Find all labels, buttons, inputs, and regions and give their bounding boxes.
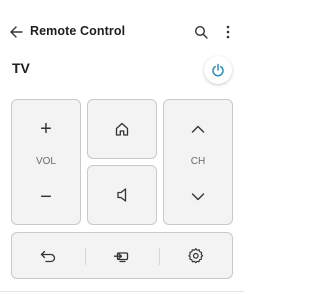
power-button[interactable] xyxy=(204,56,232,84)
home-button[interactable] xyxy=(87,99,157,159)
volume-rocker: + VOL − xyxy=(11,99,81,225)
page-title: Remote Control xyxy=(30,24,126,38)
source-button[interactable] xyxy=(86,233,158,278)
app-bar: Remote Control xyxy=(0,0,244,64)
bottom-divider xyxy=(0,291,244,292)
device-name: TV xyxy=(12,60,30,76)
sound-output-button[interactable] xyxy=(87,165,157,225)
settings-icon xyxy=(188,247,204,263)
volume-label: VOL xyxy=(35,156,56,167)
volume-up-button[interactable]: + xyxy=(12,108,80,150)
return-icon xyxy=(40,250,56,262)
volume-down-symbol: − xyxy=(40,186,52,208)
channel-up-button[interactable] xyxy=(164,108,232,150)
volume-up-symbol: + xyxy=(40,118,52,140)
channel-rocker: CH xyxy=(163,99,233,225)
volume-down-button[interactable]: − xyxy=(12,176,80,218)
home-icon xyxy=(115,122,129,136)
more-options-button[interactable] xyxy=(221,22,235,42)
search-icon xyxy=(194,25,208,39)
settings-button[interactable] xyxy=(160,233,232,278)
power-icon xyxy=(212,63,224,77)
speaker-icon xyxy=(117,188,127,202)
more-vert-icon xyxy=(226,25,230,39)
channel-label: CH xyxy=(190,156,206,167)
chevron-up-icon xyxy=(191,125,205,133)
function-bar xyxy=(11,232,233,279)
return-button[interactable] xyxy=(12,233,84,278)
channel-down-button[interactable] xyxy=(164,176,232,218)
back-button[interactable] xyxy=(6,22,26,42)
chevron-down-icon xyxy=(191,193,205,201)
input-source-icon xyxy=(113,251,129,262)
arrow-left-icon xyxy=(10,26,23,38)
search-button[interactable] xyxy=(191,22,211,42)
